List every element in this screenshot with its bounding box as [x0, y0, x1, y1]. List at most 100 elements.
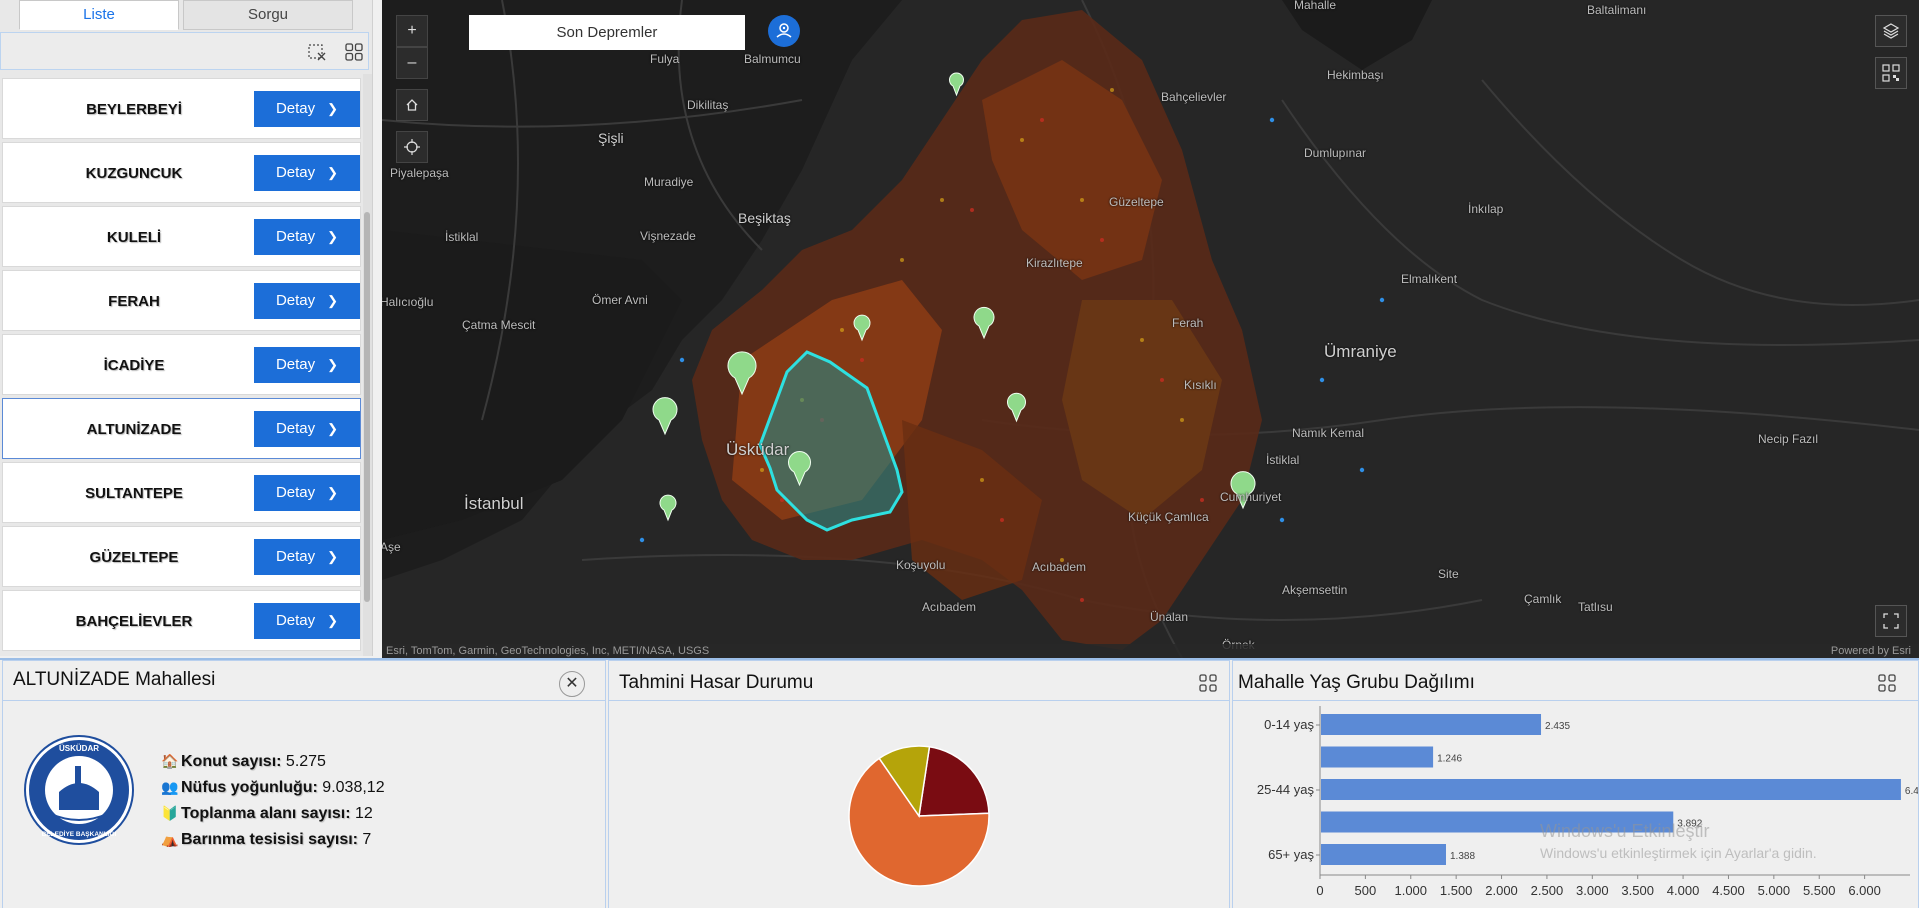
map-label: Bahçelievler [1161, 90, 1227, 104]
list-item[interactable]: GÜZELTEPE Detay ❯ [2, 526, 361, 587]
widget-grid-icon[interactable] [344, 42, 364, 62]
detail-button-label: Detay [275, 100, 316, 117]
chevron-right-icon: ❯ [327, 293, 339, 308]
list-item[interactable]: SULTANTEPE Detay ❯ [2, 462, 361, 523]
detail-button-label: Detay [275, 548, 316, 565]
neighborhood-info-panel: ALTUNİZADE Mahallesi ✕ ÜSKÜDAR BELEDİYE … [2, 660, 606, 908]
detail-button[interactable]: Detay ❯ [254, 91, 360, 127]
attribution-text: Esri, TomTom, Garmin, GeoTechnologies, I… [386, 645, 710, 657]
detail-button[interactable]: Detay ❯ [254, 475, 360, 511]
x-tick-label: 3.000 [1576, 883, 1609, 898]
house-icon: 🏠 [161, 753, 179, 769]
y-tick-label: 25-44 yaş [1257, 782, 1315, 797]
widget-grid-icon[interactable] [1199, 674, 1217, 692]
list-item-selected[interactable]: ALTUNİZADE Detay ❯ [2, 398, 361, 459]
powered-by-text[interactable]: Powered by Esri [1831, 644, 1911, 658]
age-panel-header: Mahalle Yaş Grubu Dağılımı [1233, 661, 1918, 701]
neighborhood-list-panel: Liste Sorgu BEYLERBEYİ Detay ❯ KUZGUNCUK [0, 0, 373, 656]
list-item[interactable]: KUZGUNCUK Detay ❯ [2, 142, 361, 203]
detail-button-label: Detay [275, 228, 316, 245]
list-scrollbar[interactable] [363, 74, 372, 656]
list-item[interactable]: BEYLERBEYİ Detay ❯ [2, 78, 361, 139]
detail-button[interactable]: Detay ❯ [254, 539, 360, 575]
map-label: Çamlık [1524, 592, 1562, 606]
zoom-in-button[interactable]: + [396, 15, 428, 47]
map-label: Balmumcu [744, 52, 801, 66]
neighborhood-name: İCADİYE [103, 357, 165, 374]
damage-pie-chart[interactable] [609, 702, 1229, 908]
map-label: Elmalıkent [1401, 272, 1458, 286]
list-item[interactable]: FERAH Detay ❯ [2, 270, 361, 331]
tent-icon: ⛺ [161, 831, 179, 847]
bar-value-label: 1.246 [1437, 754, 1462, 765]
detail-button-label: Detay [275, 612, 316, 629]
tab-list[interactable]: Liste [19, 0, 179, 30]
close-button[interactable]: ✕ [559, 671, 585, 697]
bottom-dashboard: ALTUNİZADE Mahallesi ✕ ÜSKÜDAR BELEDİYE … [0, 658, 1919, 908]
assembly-area-count: 🔰 Toplanma alanı sayısı: 12 [161, 805, 373, 823]
chevron-right-icon: ❯ [327, 357, 339, 372]
info-panel-title: ALTUNİZADE Mahallesi [13, 669, 216, 690]
zoom-out-button[interactable]: – [396, 47, 428, 79]
map-label: Tatlısu [1578, 600, 1613, 614]
detail-button-label: Detay [275, 420, 316, 437]
map-label: Vişnezade [640, 229, 696, 243]
konut-count: 🏠 Konut sayısı: 5.275 [161, 753, 326, 771]
x-tick-label: 1.000 [1394, 883, 1427, 898]
x-tick-label: 5.000 [1758, 883, 1791, 898]
bar-014ya [1321, 714, 1542, 735]
tab-query[interactable]: Sorgu [183, 0, 353, 30]
map-label: Necip Fazıl [1758, 432, 1819, 446]
share-location-button[interactable] [768, 15, 800, 47]
scrollbar-thumb[interactable] [364, 212, 370, 602]
list-item[interactable]: İCADİYE Detay ❯ [2, 334, 361, 395]
bar-65ya [1321, 844, 1446, 865]
detail-button[interactable]: Detay ❯ [254, 219, 360, 255]
windows-activation-watermark: Windows'u Etkinleştir [1540, 821, 1710, 841]
clear-selection-icon[interactable] [307, 42, 327, 62]
map-label: Cumhuriyet [1220, 490, 1282, 504]
list-item[interactable]: KULELİ Detay ❯ [2, 206, 361, 267]
population-density: 👥 Nüfus yoğunluğu: 9.038,12 [161, 779, 385, 797]
map-canvas[interactable] [382, 0, 1919, 658]
qr-code-button[interactable] [1875, 57, 1907, 89]
tab-bar: Liste Sorgu [0, 0, 373, 31]
layers-button[interactable] [1875, 15, 1907, 47]
neighborhood-name: BAHÇELİEVLER [75, 613, 193, 630]
x-tick-label: 4.000 [1667, 883, 1700, 898]
map-label: Baltalimanı [1587, 3, 1647, 17]
map-label: Halıcıoğlu [382, 295, 434, 309]
fullscreen-button[interactable] [1875, 605, 1907, 637]
detail-button[interactable]: Detay ❯ [254, 155, 360, 191]
detail-button[interactable]: Detay ❯ [254, 603, 360, 639]
home-button[interactable] [396, 89, 428, 121]
detail-button[interactable]: Detay ❯ [254, 283, 360, 319]
map-view[interactable]: Mahalle Baltalimanı Hekimbaşı Bahçelievl… [382, 0, 1919, 658]
people-icon: 👥 [161, 779, 179, 795]
info-label: Nüfus yoğunluğu: [181, 779, 318, 796]
son-depremler-button[interactable]: Son Depremler [469, 15, 745, 50]
map-label: Ünalan [1150, 610, 1189, 624]
list-toolbar [0, 32, 369, 70]
map-label: Kirazlıtepe [1026, 256, 1083, 270]
widget-grid-icon[interactable] [1878, 674, 1896, 692]
uskudar-logo: ÜSKÜDAR BELEDİYE BAŞKANLIĞI [26, 737, 132, 843]
svg-text:BELEDİYE BAŞKANLIĞI: BELEDİYE BAŞKANLIĞI [42, 829, 117, 838]
age-chart-panel: Mahalle Yaş Grubu Dağılımı 2.435 0-14 yaş… [1232, 660, 1919, 908]
map-label: Muradiye [644, 175, 694, 189]
list-item[interactable]: BAHÇELİEVLER Detay ❯ [2, 590, 361, 651]
detail-button[interactable]: Detay ❯ [254, 411, 360, 447]
info-panel-header: ALTUNİZADE Mahallesi ✕ [3, 661, 605, 701]
x-tick-label: 4.500 [1712, 883, 1745, 898]
map-label: Ferah [1172, 316, 1204, 330]
map-label: Hekimbaşı [1327, 68, 1384, 82]
age-bar-chart[interactable]: 2.4350-14 yaş1.2466.425-44 yaş3.8921.388… [1233, 702, 1918, 908]
map-label: İstanbul [464, 494, 524, 513]
map-label: Aşe [382, 540, 401, 554]
detail-button[interactable]: Detay ❯ [254, 347, 360, 383]
map-label: Ümraniye [1324, 342, 1397, 361]
locate-button[interactable] [396, 131, 428, 163]
chevron-right-icon: ❯ [327, 613, 339, 628]
bar-value-label: 2.435 [1545, 721, 1570, 732]
neighborhood-name: BEYLERBEYİ [86, 101, 182, 118]
